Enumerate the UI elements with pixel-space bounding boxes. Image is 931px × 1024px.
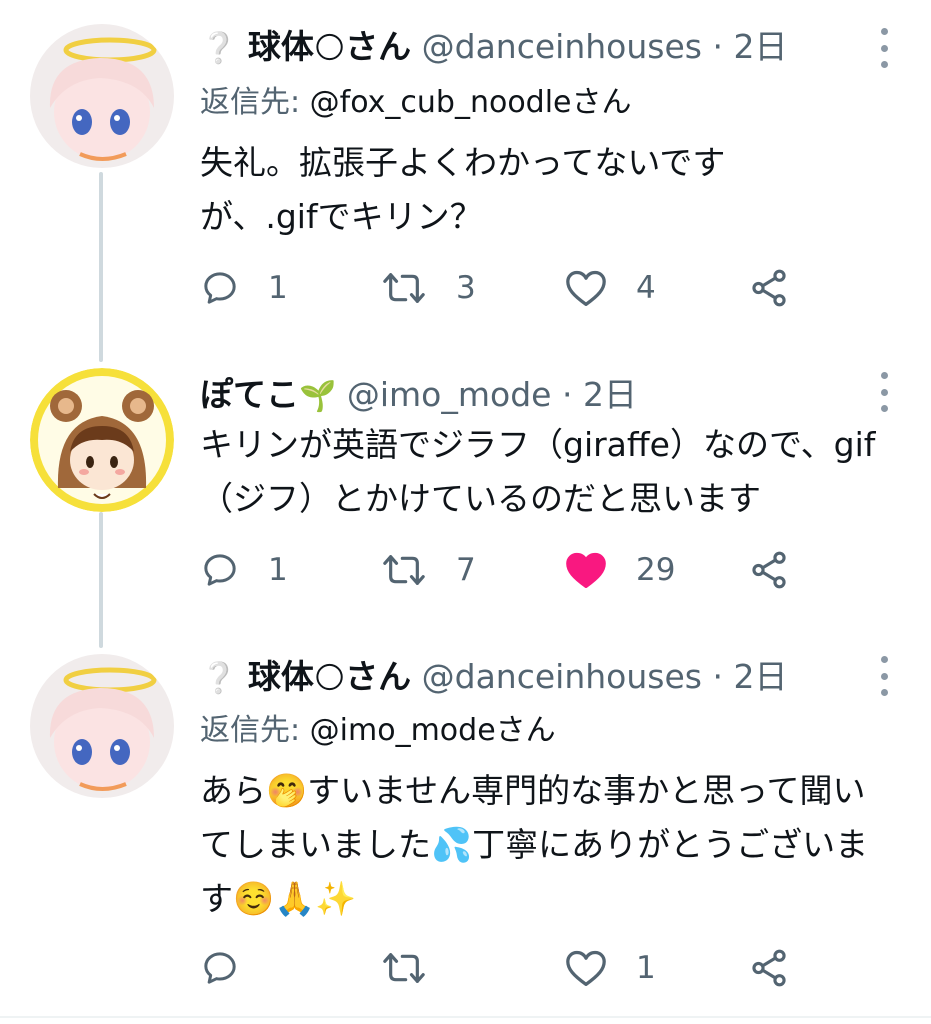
tweet-text: あら🤭すいません専門的な事かと思って聞いてしまいました💦丁寧にありがとうございま… [200,771,869,918]
reply-to-line: 返信先: @fox_cub_noodleさん [200,82,632,124]
tweet-text: 失礼。拡張子よくわかってないですが、.gifでキリン？ [200,143,726,236]
share-icon [752,269,786,307]
like-button[interactable]: 29 [564,546,675,594]
share-icon [752,551,786,589]
separator-dot: · [712,27,723,66]
separator-dot: · [561,375,573,414]
tweet-header: ぽてこ🌱 @imo_mode · 2日 [200,372,871,418]
retweet-count: 7 [456,552,476,588]
more-vertical-icon[interactable] [879,28,889,68]
share-button[interactable] [748,264,790,312]
tweet-3[interactable]: ❔ 球体🌕さん @danceinhouses · 2日 返信先: @imo_mo… [0,646,931,1016]
like-button[interactable]: 1 [564,944,656,992]
heart-icon [566,270,606,306]
reply-to-line: 返信先: @imo_modeさん [200,710,556,752]
reply-bubble-icon [204,554,236,586]
tweet-actions: 1 3 4 [200,264,800,312]
reply-to-label: 返信先: [200,85,301,120]
reply-to-handle[interactable]: @imo_modeさん [310,713,556,748]
reply-button[interactable]: 1 [200,546,288,594]
reply-to-handle[interactable]: @fox_cub_noodleさん [310,85,632,120]
like-count: 29 [636,552,676,588]
name-emoji: 🌕 [313,31,346,66]
name-prefix-emoji: ❔ [200,31,238,66]
share-button[interactable] [748,944,790,992]
more-vertical-icon[interactable] [879,372,889,412]
retweet-button[interactable]: 3 [380,264,476,312]
reply-count: 1 [268,270,288,306]
tweet-header: ❔ 球体🌕さん @danceinhouses · 2日 [200,24,871,70]
display-name-suffix[interactable]: さん [345,657,411,696]
retweet-icon [383,555,425,585]
tweet-header: ❔ 球体🌕さん @danceinhouses · 2日 [200,654,871,700]
avatar-kyutai[interactable] [30,24,174,168]
timestamp[interactable]: 2日 [583,375,637,414]
display-name[interactable]: 球体 [248,657,314,696]
display-name[interactable]: 球体 [248,27,314,66]
name-emoji: 🌱 [299,379,337,414]
name-prefix-emoji: ❔ [200,661,238,696]
reply-button[interactable]: 1 [200,264,288,312]
reply-button[interactable] [200,944,268,992]
like-count: 4 [636,270,656,306]
more-vertical-icon[interactable] [879,656,889,696]
user-handle[interactable]: @danceinhouses [422,657,702,696]
retweet-icon [383,953,425,983]
tweet-actions: 1 7 29 [200,546,800,594]
like-count: 1 [636,950,656,986]
like-button[interactable]: 4 [564,264,656,312]
heart-icon [566,950,606,986]
divider [0,1016,931,1018]
separator-dot: · [712,657,723,696]
display-name-suffix[interactable]: さん [345,27,411,66]
timestamp[interactable]: 2日 [733,657,787,696]
avatar-kyutai[interactable] [30,654,174,798]
tweet-text: キリンが英語でジラフ（giraffe）なので、gif（ジフ）とかけているのだと思… [200,425,876,518]
avatar-poteko[interactable] [30,368,174,512]
tweet-actions: 1 [200,944,800,992]
user-handle[interactable]: @imo_mode [347,375,552,414]
retweet-button[interactable] [380,944,456,992]
user-handle[interactable]: @danceinhouses [422,27,702,66]
share-icon [752,949,786,987]
reply-bubble-icon [204,952,236,984]
tweet-1[interactable]: ❔ 球体🌕さん @danceinhouses · 2日 返信先: @fox_cu… [0,0,931,340]
share-button[interactable] [748,546,790,594]
heart-icon [566,552,606,588]
name-emoji: 🌕 [313,661,346,696]
tweet-2[interactable]: ぽてこ🌱 @imo_mode · 2日 キリンが英語でジラフ（giraffe）な… [0,340,931,646]
timestamp[interactable]: 2日 [733,27,787,66]
retweet-button[interactable]: 7 [380,546,476,594]
reply-count: 1 [268,552,288,588]
retweet-icon [383,273,425,303]
reply-bubble-icon [204,272,236,304]
display-name[interactable]: ぽてこ [200,375,299,414]
retweet-count: 3 [456,270,476,306]
reply-to-label: 返信先: [200,713,301,748]
